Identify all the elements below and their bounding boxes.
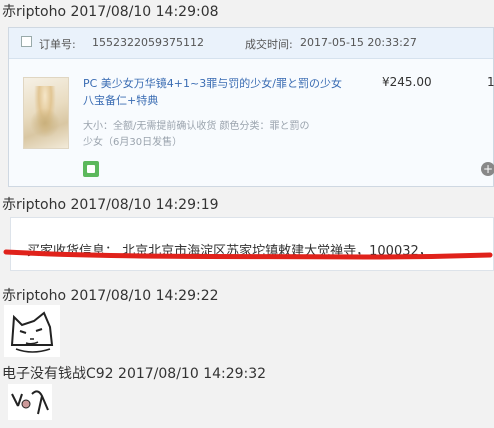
service-badge-icon[interactable] bbox=[83, 161, 99, 177]
message-header-1: 赤riptoho 2017/08/10 14:29:08 bbox=[2, 1, 219, 21]
product-title-line1[interactable]: PC 美少女万华镜4+1~3罪与罚的少女/罪と罰の少女 bbox=[83, 75, 342, 91]
doodle-sticker bbox=[8, 384, 52, 420]
cat-face-sticker bbox=[4, 305, 60, 357]
product-thumbnail[interactable] bbox=[23, 77, 69, 149]
sender-name: 赤riptoho bbox=[2, 197, 67, 213]
message-header-3: 赤riptoho 2017/08/10 14:29:22 bbox=[2, 285, 219, 305]
message-time: 2017/08/10 14:29:22 bbox=[70, 288, 219, 304]
product-price: ¥245.00 bbox=[382, 75, 432, 89]
sender-name: 赤riptoho bbox=[2, 288, 67, 304]
order-time-label: 成交时间: bbox=[245, 38, 293, 51]
sender-name: 电子没有钱战C92 bbox=[2, 366, 114, 382]
product-attrs-line2: 少女（6月30日发售） bbox=[83, 137, 183, 148]
message-header-4: 电子没有钱战C92 2017/08/10 14:29:32 bbox=[2, 363, 266, 383]
order-card: 订单号: 1552322059375112 成交时间: 2017-05-15 2… bbox=[8, 27, 494, 187]
expand-plus-icon[interactable]: + bbox=[481, 162, 494, 176]
order-item-row: PC 美少女万华镜4+1~3罪与罚的少女/罪と罰の少女 八宝备仁+特典 ¥245… bbox=[9, 59, 494, 186]
quantity-cut: 1 bbox=[487, 75, 494, 89]
message-time: 2017/08/10 14:29:08 bbox=[70, 4, 219, 20]
red-underline-highlight bbox=[3, 249, 493, 260]
order-number: 1552322059375112 bbox=[92, 36, 204, 49]
order-time: 2017-05-15 20:33:27 bbox=[300, 36, 417, 49]
message-header-2: 赤riptoho 2017/08/10 14:29:19 bbox=[2, 194, 219, 214]
message-time: 2017/08/10 14:29:32 bbox=[118, 366, 267, 382]
order-number-label: 订单号: bbox=[39, 38, 76, 51]
message-time: 2017/08/10 14:29:19 bbox=[70, 197, 219, 213]
order-header: 订单号: 1552322059375112 成交时间: 2017-05-15 2… bbox=[9, 28, 493, 59]
product-attrs-line1: 大小：全额/无需提前确认收货 颜色分类：罪と罰の bbox=[83, 121, 310, 132]
sender-name: 赤riptoho bbox=[2, 4, 67, 20]
order-checkbox[interactable] bbox=[21, 36, 32, 47]
product-title-line2[interactable]: 八宝备仁+特典 bbox=[83, 92, 158, 108]
